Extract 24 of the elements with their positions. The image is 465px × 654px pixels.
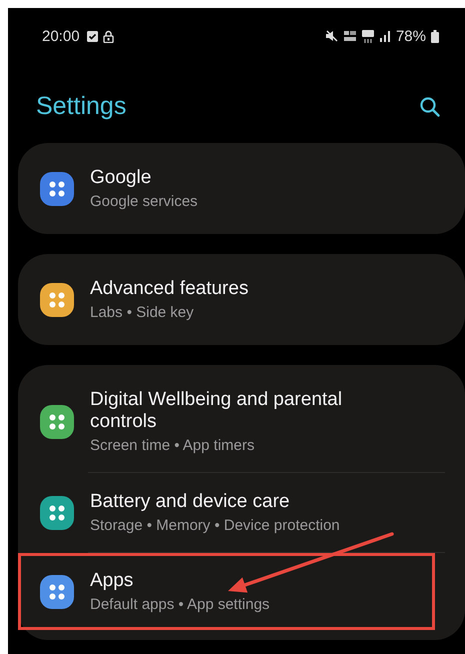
search-icon[interactable] (419, 96, 441, 118)
page-title: Settings (36, 92, 126, 121)
item-subtitle: Storage • Memory • Device protection (90, 517, 340, 534)
lock-icon (102, 30, 114, 42)
item-title: Digital Wellbeing and parental controls (90, 389, 344, 433)
settings-item[interactable]: Battery and device care Storage • Memory • Device protection (18, 473, 465, 552)
checkbox-notification-icon (86, 30, 98, 42)
item-title: Advanced features (90, 278, 248, 300)
item-subtitle: Google services (90, 193, 198, 210)
item-subtitle: Screen time • App timers (90, 437, 256, 454)
mute-icon (324, 30, 338, 42)
item-title: Battery and device care (90, 491, 291, 513)
battery-icon (431, 30, 439, 42)
settings-item[interactable]: Advanced features Labs • Side key (18, 260, 465, 339)
clock-time: 20:00 (42, 28, 80, 44)
item-subtitle: Default apps • App settings (90, 596, 270, 613)
item-title: Google (90, 167, 152, 189)
settings-item[interactable]: Apps Default apps • App settings (18, 553, 435, 630)
signal-icon (378, 30, 391, 42)
settings-item[interactable]: Digital Wellbeing and parental controls Screen time • App timers (18, 371, 465, 472)
item-title: Apps (90, 570, 134, 592)
settings-item[interactable]: Google Google services (18, 149, 465, 228)
battery-percentage: 78% (396, 28, 426, 44)
item-subtitle: Labs • Side key (90, 304, 195, 321)
